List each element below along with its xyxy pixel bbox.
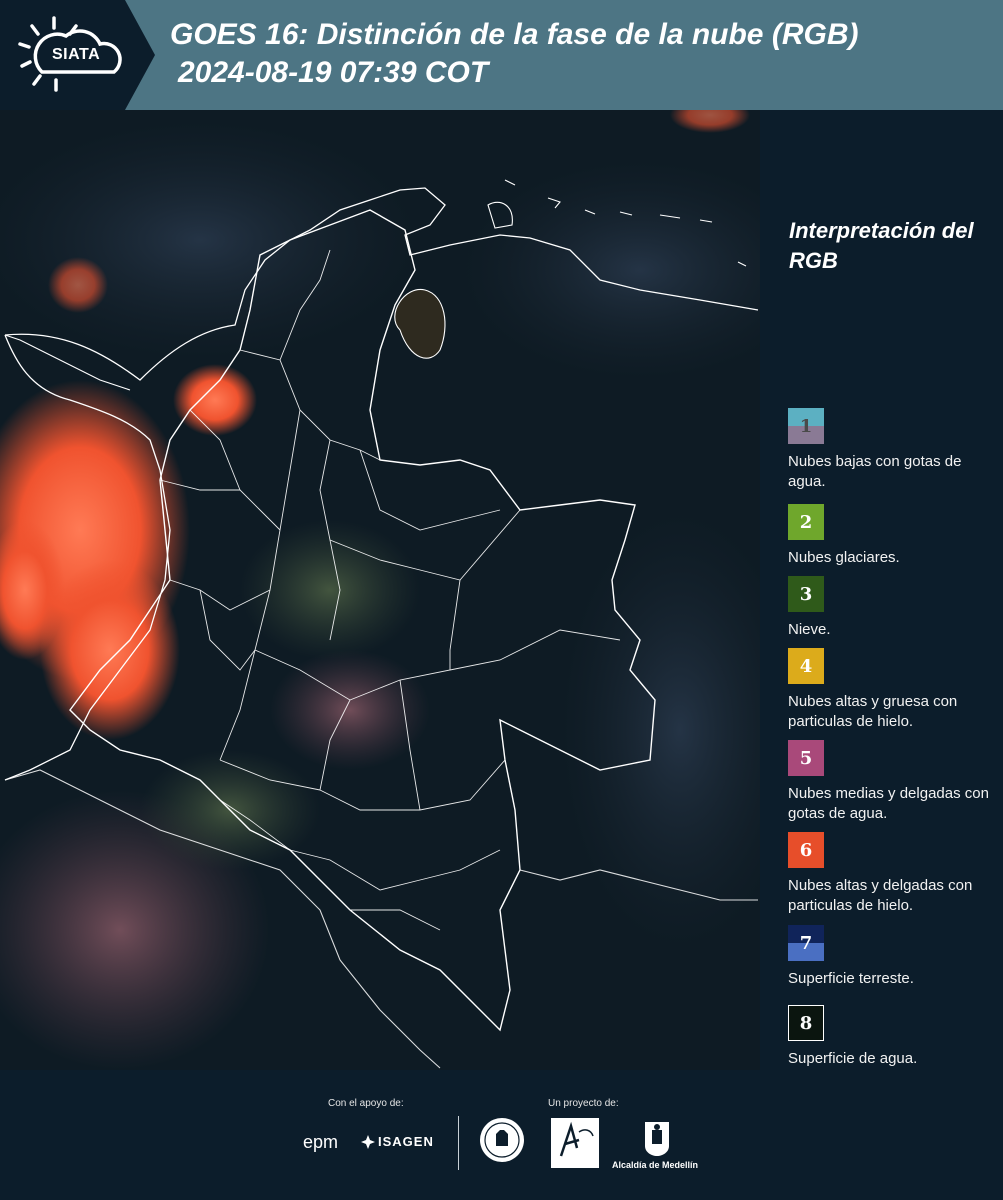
legend-label: Nieve. — [788, 621, 831, 638]
legend-swatch-2: 2 — [788, 504, 824, 540]
legend-item-1: 1 Nubes bajas con gotas de agua. — [788, 408, 998, 492]
map-canvas — [0, 110, 760, 1070]
legend-item-7: 7 Superficie terreste. — [788, 925, 998, 989]
page-subtitle: 2024-08-19 07:39 COT — [178, 56, 489, 89]
legend-label: Superficie terreste. — [788, 970, 914, 987]
alcaldia-logo-icon — [645, 1122, 669, 1156]
legend-label: Nubes altas y delgadas con particulas de… — [788, 877, 973, 914]
legend-label: Nubes altas y gruesa con particulas de h… — [788, 693, 958, 730]
legend-item-6: 6 Nubes altas y delgadas con particulas d… — [788, 832, 998, 916]
legend-swatch-4: 4 — [788, 648, 824, 684]
satellite-map — [0, 110, 760, 1070]
legend-label: Nubes medias y delgadas con gotas de agu… — [788, 785, 989, 822]
legend-item-5: 5 Nubes medias y delgadas con gotas de ag… — [788, 740, 998, 824]
header-bar: SIATA GOES 16: Distinción de la fase de … — [0, 0, 1003, 110]
legend-swatch-1: 1 — [788, 408, 824, 444]
legend-item-3: 3 Nieve. — [788, 576, 998, 640]
legend-swatch-number: 1 — [799, 415, 813, 437]
seal-logo-icon — [480, 1118, 524, 1162]
project-label: Un proyecto de: — [548, 1098, 619, 1109]
legend-label: Superficie de agua. — [788, 1050, 918, 1067]
legend-swatch-number: 6 — [799, 839, 813, 861]
isagen-logo: ISAGEN — [378, 1134, 434, 1149]
legend-swatch-number: 8 — [799, 1012, 813, 1034]
legend-swatch-number: 5 — [799, 747, 813, 769]
cloud-andes-pink — [270, 650, 430, 770]
legend-swatch-6: 6 — [788, 832, 824, 868]
footer: Con el apoyo de: Un proyecto de: epm ISA… — [0, 1070, 1003, 1200]
support-label: Con el apoyo de: — [328, 1098, 404, 1109]
legend-item-8: 8 Superficie de agua. — [788, 1005, 998, 1069]
page-title: GOES 16: Distinción de la fase de la nub… — [170, 18, 859, 51]
area-metropolitana-logo-icon — [551, 1118, 599, 1168]
footer-divider — [458, 1116, 459, 1170]
legend-label: Nubes glaciares. — [788, 549, 900, 566]
legend-swatch-number: 7 — [799, 932, 813, 954]
legend-label: Nubes bajas con gotas de agua. — [788, 453, 962, 490]
legend-swatch-3: 3 — [788, 576, 824, 612]
legend-swatch-8: 8 — [788, 1005, 824, 1041]
cloud-uraba-red — [173, 364, 257, 436]
isagen-logo-icon — [361, 1135, 375, 1149]
legend-title: Interpretación del RGB — [789, 218, 974, 273]
alcaldia-logo: Alcaldía de Medellín — [612, 1160, 699, 1170]
legend-panel: Interpretación del RGB 1 Nubes bajas con … — [760, 110, 1003, 1070]
legend-swatch-number: 3 — [799, 583, 813, 605]
logo-text: SIATA — [52, 46, 101, 63]
legend-item-4: 4 Nubes altas y gruesa con particulas de … — [788, 648, 998, 732]
legend-swatch-number: 4 — [799, 655, 813, 677]
haze-north — [0, 120, 420, 360]
legend-swatch-7: 7 — [788, 925, 824, 961]
epm-logo: epm — [303, 1132, 339, 1152]
legend-swatch-5: 5 — [788, 740, 824, 776]
cloud-caribbean-red — [48, 257, 108, 313]
legend-item-2: 2 Nubes glaciares. — [788, 504, 998, 568]
legend-swatch-number: 2 — [799, 511, 813, 533]
